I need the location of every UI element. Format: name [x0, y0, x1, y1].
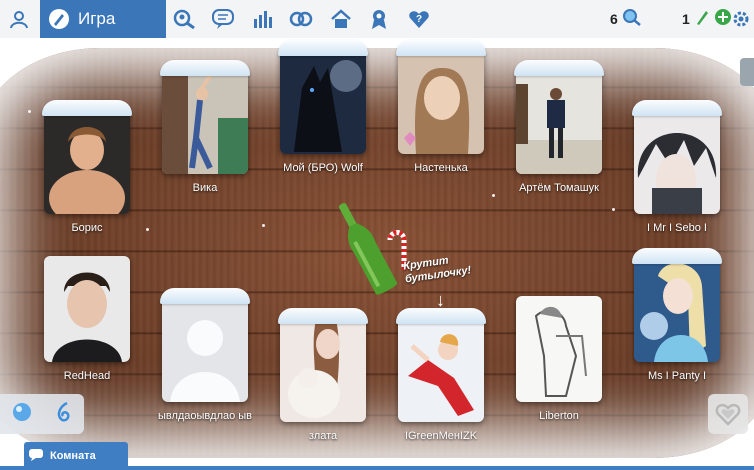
- player-seat[interactable]: Мой (БРО) Wolf: [278, 40, 368, 174]
- tab-game[interactable]: Игра: [40, 0, 166, 38]
- crystal-ball-icon[interactable]: [12, 402, 32, 427]
- coins-counter[interactable]: 6: [610, 8, 642, 29]
- player-photo[interactable]: [44, 108, 130, 214]
- snow-cap: [278, 308, 368, 324]
- player-photo[interactable]: [634, 256, 720, 362]
- player-seat[interactable]: ывлдаоывдлао ыв: [158, 288, 252, 422]
- snow-cap: [278, 40, 368, 56]
- player-name: Борис: [71, 222, 103, 234]
- player-seat[interactable]: I Mr I Sebo I: [632, 100, 722, 234]
- player-photo[interactable]: [398, 316, 484, 422]
- chat-bubble-icon: [28, 448, 44, 465]
- search-people-icon[interactable]: [166, 0, 204, 38]
- player-name: I Mr I Sebo I: [647, 222, 707, 234]
- snowflake-decoration: [492, 194, 495, 197]
- player-photo[interactable]: [398, 48, 484, 154]
- player-name: RedHead: [63, 370, 111, 382]
- settings-gear-icon[interactable]: [728, 0, 754, 38]
- player-seat[interactable]: Артём Томашук: [514, 60, 604, 194]
- heart-icon: [715, 403, 741, 426]
- bottles-value: 1: [682, 10, 690, 27]
- player-photo[interactable]: [280, 48, 366, 154]
- player-seat[interactable]: Настенька: [396, 40, 486, 174]
- player-photo[interactable]: [280, 316, 366, 422]
- player-seat[interactable]: Борис: [42, 100, 132, 234]
- coins-value: 6: [610, 10, 618, 27]
- player-seat[interactable]: Liberton: [516, 296, 602, 422]
- player-name: ывлдаоывдлао ыв: [157, 410, 253, 422]
- bottom-bar: [0, 466, 754, 470]
- player-name: Настенька: [414, 162, 468, 174]
- bottles-counter[interactable]: 1: [682, 8, 732, 29]
- snow-cap: [396, 308, 486, 324]
- player-photo[interactable]: [634, 108, 720, 214]
- messages-icon[interactable]: [204, 0, 242, 38]
- green-bottle-icon: [694, 8, 710, 29]
- player-photo[interactable]: [162, 68, 248, 174]
- home-icon[interactable]: [322, 0, 360, 38]
- snow-cap: [514, 60, 604, 76]
- snow-cap: [160, 288, 250, 304]
- snow-cap: [632, 100, 722, 116]
- player-seat[interactable]: злата: [278, 308, 368, 442]
- award-icon[interactable]: [360, 0, 398, 38]
- room-tab-label: Комната: [50, 450, 96, 462]
- swirl-icon[interactable]: [55, 401, 73, 428]
- player-photo[interactable]: [44, 256, 130, 362]
- game-room: Борис Вика Мой (БРО) Wolf Настенька Артё…: [0, 38, 754, 470]
- player-photo[interactable]: [516, 68, 602, 174]
- search-coin-icon: [622, 8, 642, 29]
- player-seat[interactable]: Ms I Panty I: [632, 248, 722, 382]
- player-name: Liberton: [539, 410, 579, 422]
- player-seat[interactable]: Вика: [160, 60, 250, 194]
- snow-cap: [396, 40, 486, 56]
- side-panel-toggle[interactable]: [740, 58, 754, 86]
- player-seat[interactable]: IGreenMeнIZK: [396, 308, 486, 442]
- tab-game-label: Игра: [78, 9, 116, 28]
- snowflake-decoration: [28, 110, 31, 113]
- help-heart-icon[interactable]: ?: [400, 0, 438, 38]
- heart-button[interactable]: [708, 394, 748, 434]
- ratings-icon[interactable]: [244, 0, 282, 38]
- player-photo[interactable]: [516, 296, 602, 402]
- rings-icon[interactable]: [282, 0, 320, 38]
- snow-cap: [160, 60, 250, 76]
- player-seat[interactable]: RedHead: [44, 256, 130, 382]
- snowflake-decoration: [612, 208, 615, 211]
- gifts-panel: [0, 394, 84, 434]
- svg-text:?: ?: [416, 14, 422, 25]
- player-name: Вика: [192, 182, 218, 194]
- top-bar: Игра ? 6 1: [0, 0, 754, 39]
- player-name: IGreenMeнIZK: [404, 430, 478, 442]
- profile-icon[interactable]: [0, 0, 38, 38]
- player-photo[interactable]: [162, 296, 248, 402]
- bottle-tab-icon: [48, 8, 70, 30]
- player-name: Ms I Panty I: [647, 370, 707, 382]
- snow-cap: [632, 248, 722, 264]
- snowflake-decoration: [262, 224, 265, 227]
- player-name: Артём Томашук: [519, 182, 599, 194]
- snow-cap: [42, 100, 132, 116]
